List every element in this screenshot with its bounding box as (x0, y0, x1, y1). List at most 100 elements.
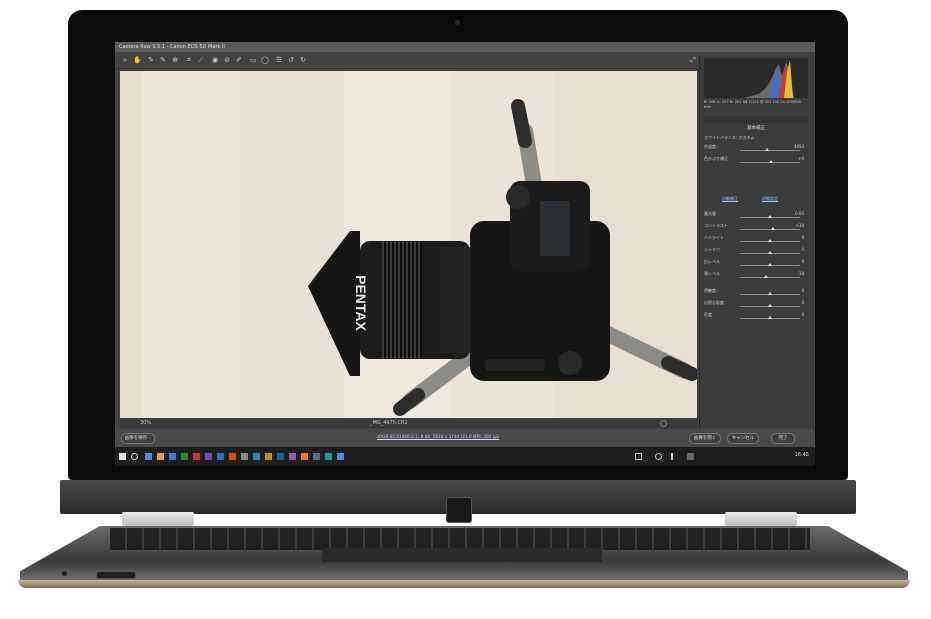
slider-thumb[interactable] (764, 275, 769, 278)
app-icon[interactable] (229, 453, 236, 460)
app-icon[interactable] (325, 453, 332, 460)
compare-icon[interactable] (660, 420, 667, 427)
slider-value[interactable]: 0 (801, 235, 804, 240)
slider-value[interactable]: 4450 (794, 144, 804, 149)
slider-value[interactable]: 0 (801, 300, 804, 305)
slider-value[interactable]: 0.00 (795, 211, 804, 216)
app-icon[interactable] (181, 453, 188, 460)
slider-value[interactable]: 0 (801, 288, 804, 293)
explorer-icon[interactable] (157, 453, 164, 460)
histogram-chart (704, 58, 808, 98)
photoshop-icon[interactable] (217, 453, 224, 460)
slider-row[interactable]: 明瞭度 0 (704, 288, 808, 298)
network-icon[interactable] (655, 453, 662, 460)
adjust-brush-icon[interactable]: ✐ (235, 56, 243, 64)
preview-status-bar: 30% _MG_4975.CR2 (120, 419, 697, 428)
notification-icon[interactable] (635, 453, 642, 460)
slider-value[interactable]: -18 (797, 271, 804, 276)
slider-row[interactable]: 色かぶり補正 +6 (704, 156, 808, 166)
cancel-button[interactable]: キャンセル (727, 433, 759, 444)
hand-icon[interactable]: ✋ (133, 56, 142, 64)
taskbar-clock[interactable]: 16:45 (795, 452, 809, 458)
slider-thumb[interactable] (771, 227, 775, 230)
crop-icon[interactable]: ⌗ (185, 56, 193, 64)
section-title: 基本補正 (747, 126, 765, 131)
fullscreen-icon[interactable]: ⤢ (689, 56, 697, 64)
app-icon[interactable] (301, 453, 308, 460)
done-button[interactable]: 完了 (771, 433, 795, 444)
slider-thumb[interactable] (769, 160, 774, 163)
slider-track[interactable] (740, 277, 800, 278)
laptop-base-edge (18, 580, 910, 588)
slider-row[interactable]: コントラスト +10 (704, 223, 808, 233)
workflow-options-link[interactable]: sRGB IEC61966-2.1; 8 bit; 5616 x 3744 (2… (377, 434, 499, 439)
straighten-icon[interactable]: ⟋ (197, 56, 205, 64)
image-preview[interactable]: PENTAX (120, 71, 697, 418)
slider-row[interactable]: 彩度 0 (704, 312, 808, 322)
zoom-level[interactable]: 30% (140, 419, 151, 428)
slider-track[interactable] (740, 150, 800, 151)
slider-track[interactable] (740, 229, 800, 230)
color-sampler-icon[interactable]: ✎ (159, 56, 167, 64)
app-icon[interactable] (205, 453, 212, 460)
slider-value[interactable]: +10 (796, 223, 804, 228)
graduated-filter-icon[interactable]: ▭ (249, 56, 257, 64)
auto-link[interactable]: 自動補正 (722, 196, 738, 202)
slider-thumb[interactable] (768, 263, 772, 266)
slider-thumb[interactable] (768, 316, 772, 319)
slider-label: 黒レベル (704, 271, 720, 276)
slider-row[interactable]: ハイライト 0 (704, 235, 808, 245)
dialog-footer: 画像を保存... sRGB IEC61966-2.1; 8 bit; 5616 … (115, 429, 815, 447)
slider-thumb[interactable] (765, 148, 769, 151)
default-link[interactable]: 初期設定 (762, 196, 778, 202)
rotate-left-icon[interactable]: ↺ (287, 56, 295, 64)
battery-icon[interactable] (687, 453, 694, 460)
edge-icon[interactable] (145, 453, 152, 460)
app-icon[interactable] (313, 453, 320, 460)
slider-value[interactable]: 0 (801, 247, 804, 252)
windows-logo-icon[interactable] (446, 497, 472, 523)
open-image-button[interactable]: 画像を開く (689, 433, 721, 444)
app-icon[interactable] (289, 453, 296, 460)
redeye-icon[interactable]: ◉ (211, 56, 219, 64)
search-icon[interactable] (131, 453, 138, 460)
white-balance-icon[interactable]: ✎ (147, 56, 155, 64)
targeted-adjust-icon[interactable]: ⊕ (171, 56, 179, 64)
slider-thumb[interactable] (768, 251, 772, 254)
preferences-icon[interactable]: ☰ (275, 56, 283, 64)
volume-icon[interactable] (671, 453, 678, 460)
app-icon[interactable] (253, 453, 260, 460)
panel-tabs[interactable] (704, 116, 808, 123)
app-icon[interactable] (277, 453, 284, 460)
slider-value[interactable]: 0 (801, 259, 804, 264)
slider-value[interactable]: +6 (798, 156, 804, 161)
slider-row[interactable]: 黒レベル -18 (704, 271, 808, 281)
slider-thumb[interactable] (768, 215, 772, 218)
slider-row[interactable]: 白レベル 0 (704, 259, 808, 269)
white-balance-select[interactable]: ホワイトバランス: カスタム (704, 135, 755, 141)
app-icon[interactable] (241, 453, 248, 460)
app-icon[interactable] (337, 453, 344, 460)
app-icon[interactable] (265, 453, 272, 460)
slider-label: 色温度 (704, 144, 716, 149)
slider-row[interactable]: 色温度 4450 (704, 144, 808, 154)
slider-thumb[interactable] (768, 304, 772, 307)
radial-filter-icon[interactable]: ◯ (261, 56, 269, 64)
slider-row[interactable]: 露光量 0.00 (704, 211, 808, 221)
slider-row[interactable]: 自然な彩度 0 (704, 300, 808, 310)
store-icon[interactable] (169, 453, 176, 460)
save-image-button[interactable]: 画像を保存... (121, 433, 155, 444)
spot-removal-icon[interactable]: ⊘ (223, 56, 231, 64)
slider-thumb[interactable] (768, 239, 772, 242)
slider-thumb[interactable] (768, 292, 772, 295)
rotate-right-icon[interactable]: ↻ (299, 56, 307, 64)
keyboard (110, 528, 810, 550)
slider-row[interactable]: シャドウ 0 (704, 247, 808, 257)
power-led-icon (62, 571, 67, 576)
zoom-icon[interactable]: ⌕ (121, 56, 129, 64)
app-icon[interactable] (193, 453, 200, 460)
slider-value[interactable]: 0 (801, 312, 804, 317)
hinge-clip (725, 512, 797, 526)
start-icon[interactable] (119, 453, 126, 460)
slider-label: 自然な彩度 (704, 300, 724, 305)
